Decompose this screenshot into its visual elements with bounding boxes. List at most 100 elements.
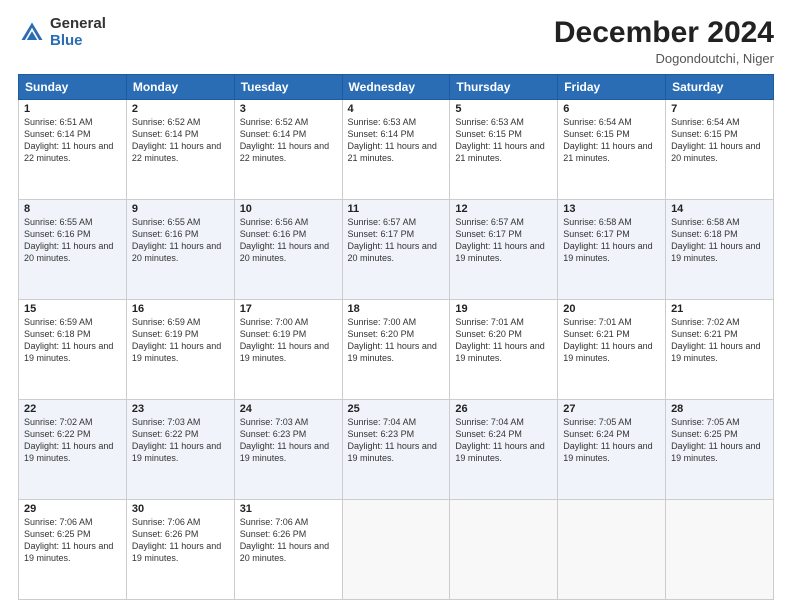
day-info: Sunrise: 7:05 AMSunset: 6:24 PMDaylight:… [563,417,652,463]
calendar-cell: 19 Sunrise: 7:01 AMSunset: 6:20 PMDaylig… [450,300,558,400]
calendar-cell: 9 Sunrise: 6:55 AMSunset: 6:16 PMDayligh… [126,200,234,300]
calendar-cell: 2 Sunrise: 6:52 AMSunset: 6:14 PMDayligh… [126,100,234,200]
calendar-week-row: 29 Sunrise: 7:06 AMSunset: 6:25 PMDaylig… [19,500,774,600]
day-info: Sunrise: 6:57 AMSunset: 6:17 PMDaylight:… [455,217,544,263]
calendar-cell: 18 Sunrise: 7:00 AMSunset: 6:20 PMDaylig… [342,300,450,400]
days-of-week-row: SundayMondayTuesdayWednesdayThursdayFrid… [19,75,774,100]
logo: General Blue [18,16,106,49]
day-number: 8 [24,203,121,215]
logo-general: General [50,15,106,32]
day-info: Sunrise: 6:58 AMSunset: 6:18 PMDaylight:… [671,217,760,263]
day-number: 24 [240,403,337,415]
calendar-cell: 3 Sunrise: 6:52 AMSunset: 6:14 PMDayligh… [234,100,342,200]
title-block: December 2024 Dogondoutchi, Niger [554,16,774,66]
calendar-cell [666,500,774,600]
day-info: Sunrise: 7:05 AMSunset: 6:25 PMDaylight:… [671,417,760,463]
day-info: Sunrise: 7:03 AMSunset: 6:23 PMDaylight:… [240,417,329,463]
day-info: Sunrise: 6:53 AMSunset: 6:14 PMDaylight:… [348,117,437,163]
day-info: Sunrise: 6:57 AMSunset: 6:17 PMDaylight:… [348,217,437,263]
calendar-cell: 5 Sunrise: 6:53 AMSunset: 6:15 PMDayligh… [450,100,558,200]
day-number: 29 [24,503,121,515]
calendar-cell: 4 Sunrise: 6:53 AMSunset: 6:14 PMDayligh… [342,100,450,200]
calendar-cell: 25 Sunrise: 7:04 AMSunset: 6:23 PMDaylig… [342,400,450,500]
calendar-body: 1 Sunrise: 6:51 AMSunset: 6:14 PMDayligh… [19,100,774,600]
calendar-cell: 22 Sunrise: 7:02 AMSunset: 6:22 PMDaylig… [19,400,127,500]
calendar-cell: 29 Sunrise: 7:06 AMSunset: 6:25 PMDaylig… [19,500,127,600]
calendar: SundayMondayTuesdayWednesdayThursdayFrid… [18,74,774,600]
day-info: Sunrise: 7:06 AMSunset: 6:26 PMDaylight:… [132,517,221,563]
day-number: 31 [240,503,337,515]
calendar-cell: 26 Sunrise: 7:04 AMSunset: 6:24 PMDaylig… [450,400,558,500]
day-number: 30 [132,503,229,515]
day-number: 17 [240,303,337,315]
calendar-cell: 11 Sunrise: 6:57 AMSunset: 6:17 PMDaylig… [342,200,450,300]
day-number: 23 [132,403,229,415]
calendar-cell [342,500,450,600]
day-number: 14 [671,203,768,215]
day-number: 19 [455,303,552,315]
day-info: Sunrise: 7:04 AMSunset: 6:23 PMDaylight:… [348,417,437,463]
day-of-week-header: Sunday [19,75,127,100]
calendar-cell: 31 Sunrise: 7:06 AMSunset: 6:26 PMDaylig… [234,500,342,600]
calendar-cell: 6 Sunrise: 6:54 AMSunset: 6:15 PMDayligh… [558,100,666,200]
day-info: Sunrise: 7:02 AMSunset: 6:22 PMDaylight:… [24,417,113,463]
day-info: Sunrise: 6:56 AMSunset: 6:16 PMDaylight:… [240,217,329,263]
day-info: Sunrise: 6:53 AMSunset: 6:15 PMDaylight:… [455,117,544,163]
month-title: December 2024 [554,16,774,49]
calendar-cell: 17 Sunrise: 7:00 AMSunset: 6:19 PMDaylig… [234,300,342,400]
calendar-week-row: 8 Sunrise: 6:55 AMSunset: 6:16 PMDayligh… [19,200,774,300]
calendar-cell: 21 Sunrise: 7:02 AMSunset: 6:21 PMDaylig… [666,300,774,400]
calendar-cell: 24 Sunrise: 7:03 AMSunset: 6:23 PMDaylig… [234,400,342,500]
day-number: 5 [455,103,552,115]
calendar-cell: 20 Sunrise: 7:01 AMSunset: 6:21 PMDaylig… [558,300,666,400]
calendar-cell: 16 Sunrise: 6:59 AMSunset: 6:19 PMDaylig… [126,300,234,400]
day-info: Sunrise: 7:04 AMSunset: 6:24 PMDaylight:… [455,417,544,463]
day-number: 6 [563,103,660,115]
day-number: 12 [455,203,552,215]
day-info: Sunrise: 7:03 AMSunset: 6:22 PMDaylight:… [132,417,221,463]
day-info: Sunrise: 6:59 AMSunset: 6:18 PMDaylight:… [24,317,113,363]
calendar-cell: 14 Sunrise: 6:58 AMSunset: 6:18 PMDaylig… [666,200,774,300]
day-number: 15 [24,303,121,315]
day-number: 26 [455,403,552,415]
day-number: 3 [240,103,337,115]
calendar-cell: 27 Sunrise: 7:05 AMSunset: 6:24 PMDaylig… [558,400,666,500]
day-number: 25 [348,403,445,415]
day-info: Sunrise: 7:06 AMSunset: 6:26 PMDaylight:… [240,517,329,563]
calendar-cell: 8 Sunrise: 6:55 AMSunset: 6:16 PMDayligh… [19,200,127,300]
day-info: Sunrise: 7:01 AMSunset: 6:21 PMDaylight:… [563,317,652,363]
calendar-cell: 30 Sunrise: 7:06 AMSunset: 6:26 PMDaylig… [126,500,234,600]
day-info: Sunrise: 6:55 AMSunset: 6:16 PMDaylight:… [132,217,221,263]
day-info: Sunrise: 6:55 AMSunset: 6:16 PMDaylight:… [24,217,113,263]
calendar-week-row: 1 Sunrise: 6:51 AMSunset: 6:14 PMDayligh… [19,100,774,200]
calendar-cell: 23 Sunrise: 7:03 AMSunset: 6:22 PMDaylig… [126,400,234,500]
day-number: 11 [348,203,445,215]
day-info: Sunrise: 6:59 AMSunset: 6:19 PMDaylight:… [132,317,221,363]
day-number: 28 [671,403,768,415]
calendar-cell: 7 Sunrise: 6:54 AMSunset: 6:15 PMDayligh… [666,100,774,200]
calendar-cell: 28 Sunrise: 7:05 AMSunset: 6:25 PMDaylig… [666,400,774,500]
calendar-cell: 13 Sunrise: 6:58 AMSunset: 6:17 PMDaylig… [558,200,666,300]
calendar-week-row: 15 Sunrise: 6:59 AMSunset: 6:18 PMDaylig… [19,300,774,400]
day-of-week-header: Wednesday [342,75,450,100]
day-number: 10 [240,203,337,215]
day-info: Sunrise: 6:52 AMSunset: 6:14 PMDaylight:… [132,117,221,163]
calendar-cell: 1 Sunrise: 6:51 AMSunset: 6:14 PMDayligh… [19,100,127,200]
day-info: Sunrise: 6:54 AMSunset: 6:15 PMDaylight:… [563,117,652,163]
page: General Blue December 2024 Dogondoutchi,… [0,0,792,612]
logo-icon [18,19,46,47]
day-number: 16 [132,303,229,315]
logo-text: General Blue [50,16,106,49]
calendar-cell [558,500,666,600]
day-info: Sunrise: 7:00 AMSunset: 6:20 PMDaylight:… [348,317,437,363]
day-info: Sunrise: 6:58 AMSunset: 6:17 PMDaylight:… [563,217,652,263]
day-number: 1 [24,103,121,115]
day-number: 20 [563,303,660,315]
day-number: 22 [24,403,121,415]
calendar-cell: 10 Sunrise: 6:56 AMSunset: 6:16 PMDaylig… [234,200,342,300]
day-info: Sunrise: 6:51 AMSunset: 6:14 PMDaylight:… [24,117,113,163]
day-number: 18 [348,303,445,315]
day-info: Sunrise: 6:52 AMSunset: 6:14 PMDaylight:… [240,117,329,163]
day-of-week-header: Friday [558,75,666,100]
calendar-cell: 15 Sunrise: 6:59 AMSunset: 6:18 PMDaylig… [19,300,127,400]
